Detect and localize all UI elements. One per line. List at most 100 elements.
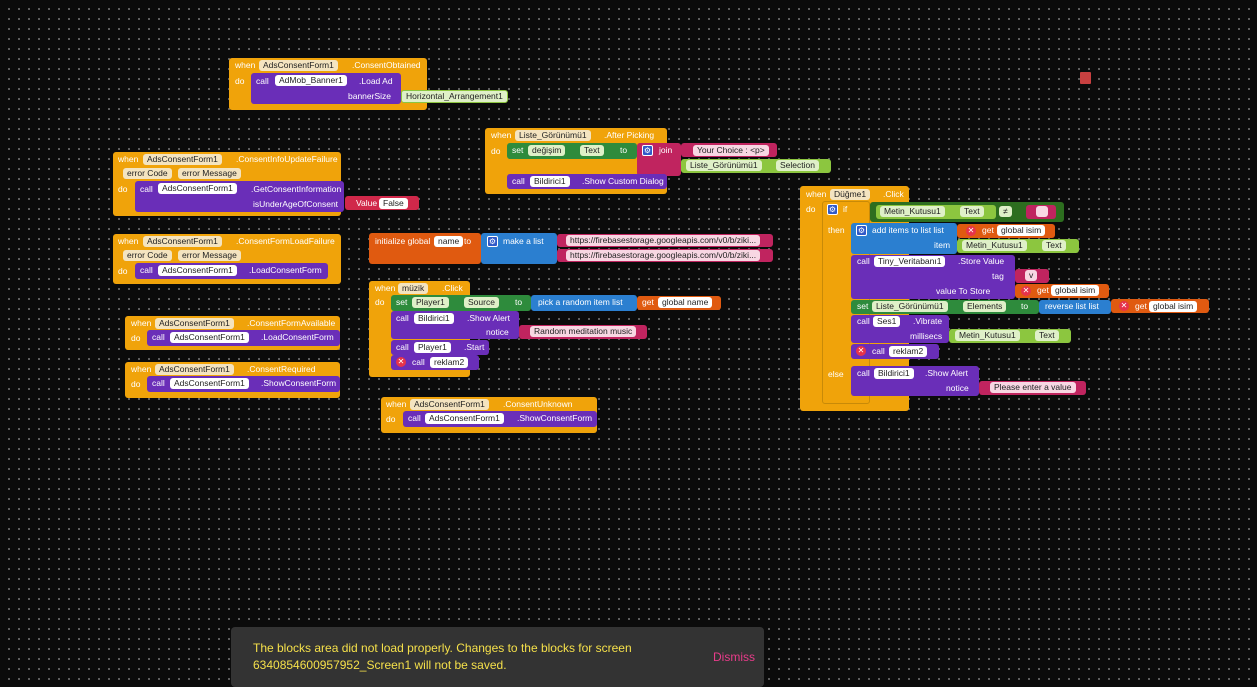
set-target-dropdown[interactable]: Player1 bbox=[412, 297, 449, 308]
call-label: call bbox=[140, 265, 153, 275]
property-dropdown[interactable]: Text bbox=[1035, 330, 1059, 341]
do-label: do bbox=[235, 76, 245, 86]
variable-dropdown[interactable]: global name bbox=[658, 297, 713, 308]
target-dropdown[interactable]: AdMob_Banner1 bbox=[275, 75, 347, 86]
error-icon[interactable]: ✕ bbox=[856, 346, 866, 356]
variable-dropdown[interactable]: global isim bbox=[1051, 285, 1100, 296]
target-dropdown[interactable]: AdsConsentForm1 bbox=[425, 413, 504, 424]
target-dropdown[interactable]: Bildirici1 bbox=[530, 176, 570, 187]
pick-random-label: pick a random item list bbox=[538, 297, 623, 307]
get-label: get bbox=[1135, 301, 1147, 311]
target-dropdown[interactable]: Bildirici1 bbox=[414, 313, 454, 324]
gear-icon[interactable]: ⚙ bbox=[827, 204, 838, 215]
event-name: .ConsentFormLoadFailure bbox=[236, 236, 335, 246]
make-a-list-label: make a list bbox=[503, 236, 544, 246]
call-label: call bbox=[256, 76, 269, 86]
event-name: .ConsentObtained bbox=[352, 60, 421, 70]
reverse-list-label: reverse list list bbox=[1045, 301, 1099, 311]
target-dropdown[interactable]: AdsConsentForm1 bbox=[170, 378, 249, 389]
component-dropdown[interactable]: AdsConsentForm1 bbox=[143, 236, 222, 247]
event-name: .After Picking bbox=[604, 130, 655, 140]
gear-icon[interactable]: ⚙ bbox=[487, 236, 498, 247]
error-icon[interactable]: ✕ bbox=[966, 226, 976, 236]
else-alert-text[interactable]: Please enter a value bbox=[990, 382, 1076, 393]
call-label: call bbox=[872, 346, 885, 356]
component-dropdown[interactable]: AdsConsentForm1 bbox=[143, 154, 222, 165]
set-prop-dropdown[interactable]: Text bbox=[580, 145, 604, 156]
procedure-dropdown[interactable]: reklam2 bbox=[889, 346, 928, 357]
operator-dropdown[interactable]: ≠ bbox=[999, 206, 1012, 217]
text-value[interactable]: Your Choice : <p> bbox=[693, 145, 769, 156]
url-text-1[interactable]: https://firebasestorage.googleapis.com/v… bbox=[566, 235, 761, 246]
target-dropdown[interactable]: Player1 bbox=[414, 342, 451, 353]
component-dropdown[interactable]: AdsConsentForm1 bbox=[410, 399, 489, 410]
join-label: join bbox=[659, 145, 673, 155]
target-dropdown[interactable]: Bildirici1 bbox=[874, 368, 914, 379]
do-label: do bbox=[131, 333, 141, 343]
procedure-dropdown[interactable]: reklam2 bbox=[430, 357, 469, 368]
target-dropdown[interactable]: Tiny_Veritabanı1 bbox=[874, 256, 946, 267]
set-block-degisim-text[interactable] bbox=[507, 143, 637, 159]
variable-dropdown[interactable]: global isim bbox=[1149, 301, 1198, 312]
call-label: call bbox=[152, 332, 165, 342]
method-name: .Vibrate bbox=[913, 316, 943, 326]
component-dropdown[interactable]: müzik bbox=[398, 283, 429, 294]
set-label: set bbox=[512, 145, 524, 155]
call-label: call bbox=[857, 256, 870, 266]
alert-text[interactable]: Random meditation music bbox=[530, 326, 637, 337]
component-dropdown[interactable]: Liste_Görünümü1 bbox=[686, 160, 762, 171]
gear-icon[interactable]: ⚙ bbox=[642, 145, 653, 156]
component-dropdown[interactable]: AdsConsentForm1 bbox=[259, 60, 338, 71]
call-label: call bbox=[512, 176, 525, 186]
param-error-code[interactable]: error Code bbox=[123, 168, 172, 179]
event-name: .ConsentRequired bbox=[247, 364, 316, 374]
method-name: .GetConsentInformation bbox=[251, 184, 342, 194]
property-dropdown[interactable]: Selection bbox=[776, 160, 819, 171]
trash-icon[interactable] bbox=[1080, 72, 1091, 84]
when-label: when bbox=[806, 189, 827, 199]
target-dropdown[interactable]: AdsConsentForm1 bbox=[158, 265, 237, 276]
target-dropdown[interactable]: AdsConsentForm1 bbox=[158, 183, 237, 194]
millisecs-label: millisecs bbox=[910, 331, 943, 341]
component-dropdown[interactable]: Metin_Kutusu1 bbox=[955, 330, 1020, 341]
value-label: Value bbox=[356, 198, 378, 208]
method-name: .ShowConsentForm bbox=[261, 378, 337, 388]
param-error-message[interactable]: error Message bbox=[178, 250, 241, 261]
param-error-code[interactable]: error Code bbox=[123, 250, 172, 261]
call-label: call bbox=[412, 357, 425, 367]
param-error-message[interactable]: error Message bbox=[178, 168, 241, 179]
set-target-dropdown[interactable]: Liste_Görünümü1 bbox=[872, 301, 948, 312]
error-icon[interactable]: ✕ bbox=[396, 357, 406, 367]
target-dropdown[interactable]: AdsConsentForm1 bbox=[170, 332, 249, 343]
gear-icon[interactable]: ⚙ bbox=[856, 225, 867, 236]
component-dropdown[interactable]: Düğme1 bbox=[830, 189, 871, 200]
set-target-dropdown[interactable]: değişim bbox=[528, 145, 566, 156]
notice-label: notice bbox=[486, 327, 509, 337]
property-dropdown[interactable]: Text bbox=[960, 206, 984, 217]
param-value-block[interactable]: Horizontal_Arrangement1 bbox=[401, 90, 508, 103]
call-label: call bbox=[396, 342, 409, 352]
component-dropdown[interactable]: Liste_Görünümü1 bbox=[515, 130, 591, 141]
component-dropdown[interactable]: AdsConsentForm1 bbox=[155, 364, 234, 375]
compare-text[interactable] bbox=[1036, 206, 1048, 217]
else-label: else bbox=[828, 369, 844, 379]
property-dropdown[interactable]: Text bbox=[1042, 240, 1066, 251]
error-icon[interactable]: ✕ bbox=[1119, 301, 1129, 311]
error-icon[interactable]: ✕ bbox=[1021, 286, 1031, 296]
url-text-2[interactable]: https://firebasestorage.googleapis.com/v… bbox=[566, 250, 761, 261]
tag-text[interactable]: v bbox=[1025, 270, 1038, 281]
set-prop-dropdown[interactable]: Elements bbox=[963, 301, 1007, 312]
variable-name-field[interactable]: name bbox=[434, 236, 464, 247]
component-dropdown[interactable]: Metin_Kutusu1 bbox=[880, 206, 945, 217]
value-dropdown[interactable]: False bbox=[379, 198, 408, 209]
component-dropdown[interactable]: AdsConsentForm1 bbox=[155, 318, 234, 329]
dismiss-button[interactable]: Dismiss bbox=[713, 650, 755, 664]
set-prop-dropdown[interactable]: Source bbox=[464, 297, 499, 308]
method-name: .Start bbox=[464, 342, 485, 352]
method-name: .Store Value bbox=[958, 256, 1005, 266]
component-dropdown[interactable]: Metin_Kutusu1 bbox=[962, 240, 1027, 251]
event-name: .ConsentUnknown bbox=[503, 399, 573, 409]
target-dropdown[interactable]: Ses1 bbox=[873, 316, 901, 327]
variable-dropdown[interactable]: global isim bbox=[997, 225, 1046, 236]
event-name: .ConsentInfoUpdateFailure bbox=[236, 154, 338, 164]
